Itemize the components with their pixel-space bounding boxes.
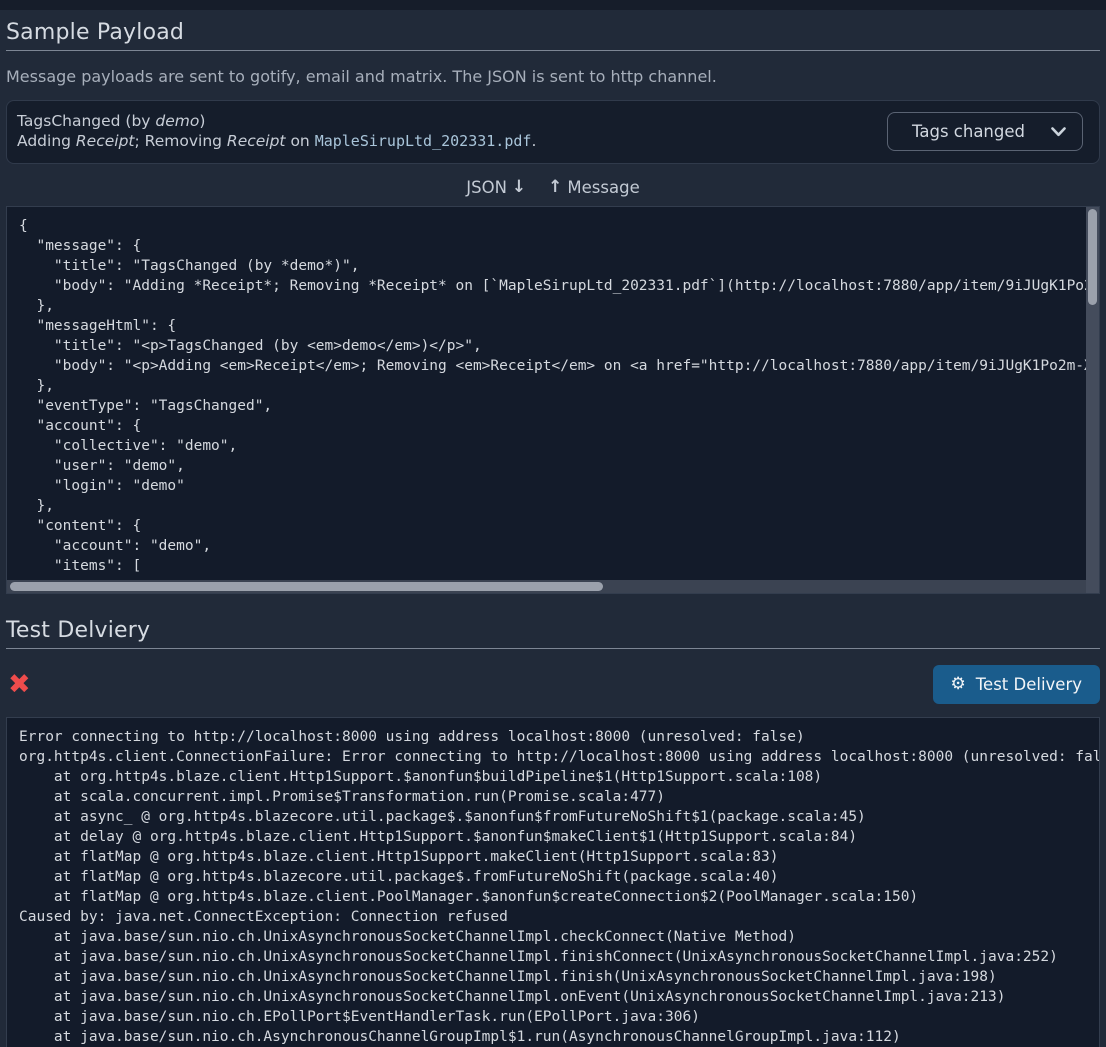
sample-payload-title: Sample Payload — [6, 20, 1100, 51]
event-title-line: TagsChanged (by demo) — [17, 111, 536, 131]
message-toggle-label: Message — [567, 178, 639, 197]
test-delivery-button-label: Test Delivery — [976, 675, 1082, 694]
json-payload-text: { "message": { "title": "TagsChanged (by… — [19, 216, 1087, 576]
vertical-scrollbar[interactable] — [1086, 207, 1099, 593]
json-scroll-link[interactable]: JSON ↓ — [466, 177, 526, 197]
test-delivery-title: Test Delviery — [6, 618, 1100, 649]
test-delivery-button[interactable]: ⚙ Test Delivery — [933, 665, 1100, 704]
horizontal-scrollbar-thumb[interactable] — [10, 582, 603, 591]
chevron-down-icon — [1051, 127, 1066, 137]
arrow-down-icon: ↓ — [512, 177, 526, 197]
event-summary: TagsChanged (by demo) Adding Receipt; Re… — [17, 111, 536, 151]
top-divider-bar — [0, 0, 1106, 10]
gear-icon: ⚙ — [951, 676, 966, 693]
arrow-up-icon: ↑ — [548, 177, 562, 197]
test-delivery-section: Test Delviery ✖ ⚙ Test Delivery Error co… — [6, 618, 1100, 1047]
horizontal-scrollbar[interactable] — [7, 580, 1086, 593]
sample-payload-description: Message payloads are sent to gotify, ema… — [6, 67, 1100, 86]
vertical-scrollbar-thumb[interactable] — [1088, 209, 1097, 305]
error-log-text: Error connecting to http://localhost:800… — [19, 727, 1087, 1047]
error-log-block: Error connecting to http://localhost:800… — [6, 717, 1100, 1047]
error-cross-icon: ✖ — [6, 671, 31, 698]
sample-payload-section: Sample Payload Message payloads are sent… — [6, 20, 1100, 594]
page: Sample Payload Message payloads are sent… — [0, 20, 1106, 1047]
message-scroll-link[interactable]: ↑ Message — [548, 177, 640, 197]
event-detail-line: Adding Receipt; Removing Receipt on Mapl… — [17, 131, 536, 151]
event-type-dropdown[interactable]: Tags changed — [887, 112, 1083, 151]
event-sample-panel: TagsChanged (by demo) Adding Receipt; Re… — [6, 100, 1100, 164]
json-toggle-label: JSON — [466, 178, 507, 197]
test-delivery-controls: ✖ ⚙ Test Delivery — [6, 665, 1100, 704]
json-payload-block: { "message": { "title": "TagsChanged (by… — [6, 206, 1100, 594]
payload-view-toggle: JSON ↓ ↑ Message — [6, 177, 1100, 197]
event-type-dropdown-value: Tags changed — [912, 122, 1025, 141]
